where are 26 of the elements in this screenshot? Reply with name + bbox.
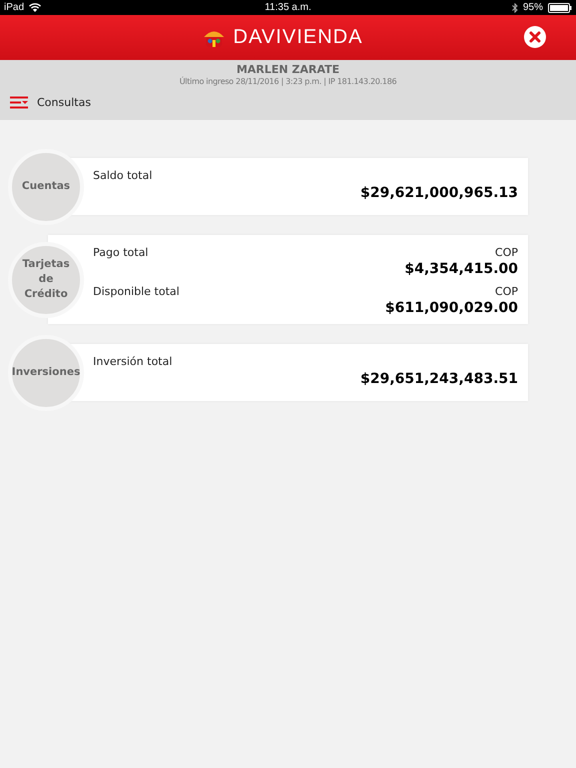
status-time: 11:35 a.m. [264,2,312,13]
device-name: iPad [4,2,24,13]
amount-label: Disponible total [93,284,180,298]
battery-icon [548,2,572,12]
category-circle[interactable]: Inversiones [8,334,84,410]
amount-value: $29,651,243,483.51 [360,371,518,387]
amount-value: $29,621,000,965.13 [360,185,518,201]
currency-label: COP [495,246,518,259]
currency-label: COP [495,285,518,298]
amount-label: Pago total [93,245,148,259]
category-circle[interactable]: Cuentas [8,148,84,224]
menu-button[interactable]: Consultas [10,96,91,109]
wifi-icon [29,3,42,12]
menu-icon [10,96,29,109]
battery-percent: 95% [522,2,543,13]
last-login-info: Último ingreso 28/11/2016 | 3:23 p.m. | IP 181.143.20.186 [178,77,398,86]
amount-label: Saldo total [93,168,152,182]
bank-logo: DAVIVIENDA [233,26,363,49]
amount-value: $4,354,415.00 [404,261,518,277]
close-icon [524,26,546,48]
amount-value: $611,090,029.00 [385,300,518,316]
bluetooth-icon [512,2,518,12]
amount-label: Inversión total [93,354,172,368]
category-circle[interactable]: Tarjetas de Crédito [8,242,84,318]
user-name: MARLEN ZARATE [235,62,341,76]
close-button[interactable] [524,26,546,48]
